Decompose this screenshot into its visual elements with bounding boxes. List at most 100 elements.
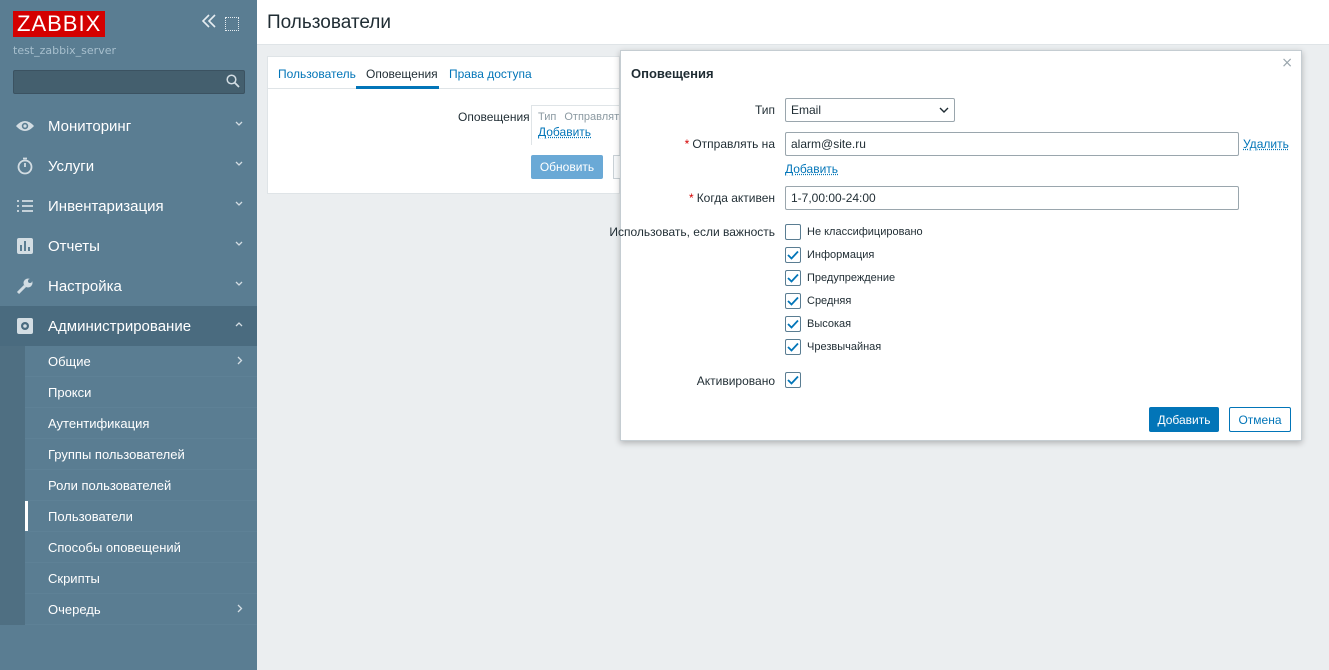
tab-permissions[interactable]: Права доступа (449, 67, 532, 81)
type-select[interactable]: Email (785, 98, 955, 122)
type-label: Тип (754, 103, 775, 117)
severity-information-checkbox[interactable] (785, 246, 801, 263)
form-tabs: Пользователь Оповещения Права доступа (268, 57, 619, 89)
severity-disaster-checkbox[interactable] (785, 338, 801, 355)
search-icon[interactable] (226, 74, 240, 88)
collapse-sidebar-icon[interactable] (201, 14, 217, 32)
gear-icon (15, 316, 35, 336)
menu-item-services[interactable]: Услуги (0, 146, 257, 186)
severity-option-label: Чрезвычайная (807, 340, 882, 353)
submenu-item-proxies[interactable]: Прокси (25, 377, 257, 408)
main-menu: Мониторинг Услуги Инвентаризация Отчеты … (0, 106, 257, 625)
tab-media[interactable]: Оповещения (366, 67, 438, 81)
user-form: Пользователь Оповещения Права доступа Оп… (267, 56, 625, 194)
severity-high-checkbox[interactable] (785, 315, 801, 332)
wrench-icon (15, 276, 35, 296)
menu-label: Инвентаризация (48, 197, 164, 215)
stopwatch-icon (15, 156, 35, 176)
tab-user[interactable]: Пользователь (278, 67, 356, 81)
page-header: Пользователи (257, 0, 1329, 45)
bar-chart-icon (15, 236, 35, 256)
menu-label: Администрирование (48, 317, 192, 335)
administration-submenu: Общие Прокси Аутентификация Группы польз… (0, 346, 257, 625)
submenu-item-user-groups[interactable]: Группы пользователей (25, 439, 257, 470)
chevron-right-icon (237, 602, 243, 616)
severity-not-classified-checkbox[interactable] (785, 223, 801, 240)
zabbix-logo[interactable]: ZABBIX (13, 11, 106, 37)
submenu-label: Прокси (48, 384, 92, 400)
send-to-input[interactable]: alarm@site.ru (785, 132, 1239, 156)
severity-average-checkbox[interactable] (785, 292, 801, 309)
list-icon (15, 196, 35, 216)
search-field[interactable] (13, 70, 245, 94)
menu-item-configuration[interactable]: Настройка (0, 266, 257, 306)
chevron-right-icon (237, 354, 243, 368)
submenu-item-users[interactable]: Пользователи (25, 501, 257, 532)
checkmark-icon (787, 342, 799, 352)
when-active-label: * Когда активен (689, 191, 775, 205)
submenu-label: Общие (48, 353, 91, 369)
submenu-item-authentication[interactable]: Аутентификация (25, 408, 257, 439)
severity-option-label: Средняя (807, 294, 852, 307)
cancel-button[interactable]: Отмена (1229, 407, 1291, 432)
enabled-label: Активировано (696, 374, 775, 388)
severity-option-label: Высокая (807, 317, 852, 330)
menu-item-monitoring[interactable]: Мониторинг (0, 106, 257, 146)
menu-item-inventory[interactable]: Инвентаризация (0, 186, 257, 226)
severity-label: Использовать, если важность (609, 225, 775, 239)
severity-option-label: Не классифицировано (807, 225, 923, 238)
severity-row: Не классифицировано (785, 223, 923, 240)
checkmark-icon (787, 273, 799, 283)
checkmark-icon (787, 319, 799, 329)
column-header-type: Тип (538, 111, 557, 123)
submenu-item-user-roles[interactable]: Роли пользователей (25, 470, 257, 501)
menu-item-administration[interactable]: Администрирование (0, 306, 257, 346)
chevron-down-icon (235, 279, 243, 290)
severity-row: Чрезвычайная (785, 338, 881, 355)
kiosk-mode-icon[interactable] (225, 17, 239, 31)
when-active-input[interactable]: 1-7,00:00-24:00 (785, 186, 1239, 210)
submenu-item-scripts[interactable]: Скрипты (25, 563, 257, 594)
active-tab-indicator (356, 86, 439, 89)
dialog-title: Оповещения (631, 66, 714, 81)
enabled-checkbox[interactable] (785, 371, 801, 388)
media-dialog: Оповещения × Тип Email * Отправлять на al… (609, 50, 1302, 441)
submenu-item-general[interactable]: Общие (25, 346, 257, 377)
eye-icon (15, 116, 35, 136)
search-input[interactable] (14, 71, 214, 93)
submenu-label: Роли пользователей (48, 477, 172, 493)
checkmark-icon (787, 296, 799, 306)
add-recipient-link[interactable]: Добавить (785, 162, 838, 176)
add-notification-link[interactable]: Добавить (538, 125, 591, 139)
close-icon[interactable]: × (1281, 55, 1293, 71)
type-select-value: Email (791, 103, 822, 117)
add-button[interactable]: Добавить (1149, 407, 1219, 432)
submenu-item-queue[interactable]: Очередь (25, 594, 257, 625)
column-header-send-to: Отправлять (564, 111, 625, 123)
menu-label: Отчеты (48, 237, 100, 255)
severity-warning-checkbox[interactable] (785, 269, 801, 286)
severity-row: Высокая (785, 315, 851, 332)
chevron-down-icon (939, 107, 949, 113)
submenu-label: Группы пользователей (48, 446, 185, 462)
checkmark-icon (787, 375, 799, 385)
notifications-label: Оповещения (458, 110, 530, 124)
remove-recipient-link[interactable]: Удалить (1243, 137, 1289, 151)
update-button[interactable]: Обновить (531, 155, 603, 179)
chevron-down-icon (235, 119, 243, 130)
severity-option-label: Предупреждение (807, 271, 896, 284)
submenu-item-media-types[interactable]: Способы оповещений (25, 532, 257, 563)
server-name: test_zabbix_server (13, 44, 116, 57)
sidebar: ZABBIX test_zabbix_server Мониторинг Усл… (0, 0, 257, 670)
severity-row: Информация (785, 246, 874, 263)
menu-item-reports[interactable]: Отчеты (0, 226, 257, 266)
submenu-label: Очередь (48, 601, 101, 617)
sidebar-header: ZABBIX (13, 11, 243, 37)
chevron-up-icon (235, 319, 243, 330)
send-to-label: * Отправлять на (684, 137, 775, 151)
submenu-label: Скрипты (48, 570, 100, 586)
chevron-down-icon (235, 199, 243, 210)
chevron-down-icon (235, 239, 243, 250)
chevron-down-icon (235, 159, 243, 170)
menu-label: Мониторинг (48, 117, 132, 135)
